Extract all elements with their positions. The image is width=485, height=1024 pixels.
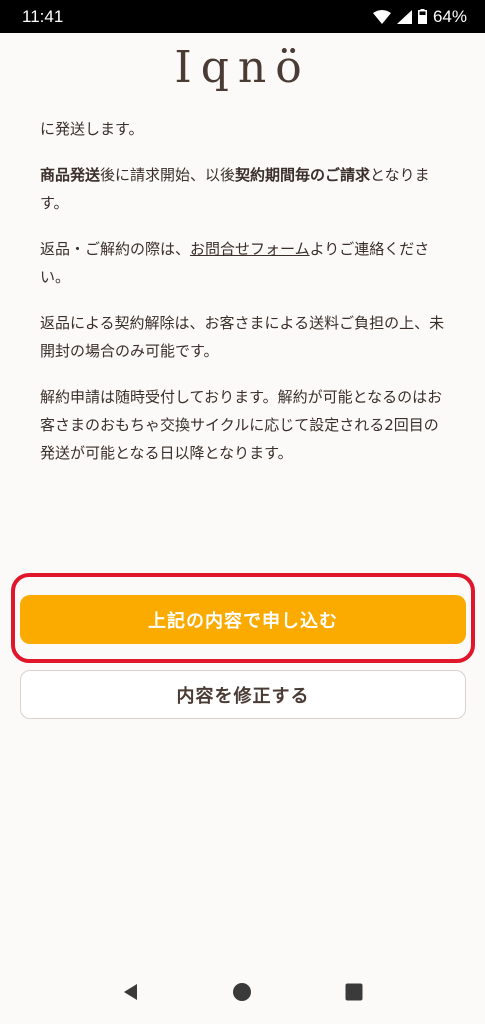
contact-form-link[interactable]: お問合せフォーム (190, 240, 310, 258)
terms-paragraph: 返品・ご解約の際は、お問合せフォームよりご連絡ください。 (40, 235, 450, 291)
status-bar: 11:41 64% (0, 0, 485, 33)
body-text: 後に請求開始、以後 (100, 166, 236, 184)
terms-content: に発送します。 商品発送後に請求開始、以後契約期間毎のご請求となります。 返品・… (40, 115, 450, 485)
terms-paragraph: 商品発送後に請求開始、以後契約期間毎のご請求となります。 (40, 161, 450, 217)
terms-paragraph: 解約申請は随時受付しております。解約が可能となるのはお客さまのおもちゃ交換サイク… (40, 388, 443, 462)
emphasis-text: 商品発送 (40, 166, 101, 184)
submit-application-button[interactable]: 上記の内容で申し込む (20, 595, 466, 644)
battery-percent: 64% (432, 6, 467, 26)
wifi-icon (372, 9, 391, 24)
navigation-bar (0, 960, 485, 1024)
recents-button[interactable] (334, 972, 374, 1012)
status-icons: 64% (372, 6, 467, 27)
brand-logo: Iqnö (174, 42, 311, 93)
terms-paragraph: 返品による契約解除は、お客さまによる送料ご負担の上、未開封の場合のみ可能です。 (40, 314, 445, 360)
signal-icon (396, 9, 412, 24)
body-text: 返品・ご解約の際は、 (40, 240, 191, 258)
terms-paragraph: に発送します。 (40, 120, 144, 138)
home-button[interactable] (222, 972, 262, 1012)
back-button[interactable] (111, 972, 151, 1012)
back-icon (123, 984, 137, 1000)
battery-icon (417, 9, 427, 24)
edit-content-button[interactable]: 内容を修正する (20, 670, 466, 719)
recents-icon (345, 983, 363, 1001)
emphasis-text: 契約期間毎のご請求 (235, 166, 371, 184)
home-icon (233, 983, 252, 1001)
status-time: 11:41 (22, 6, 64, 26)
